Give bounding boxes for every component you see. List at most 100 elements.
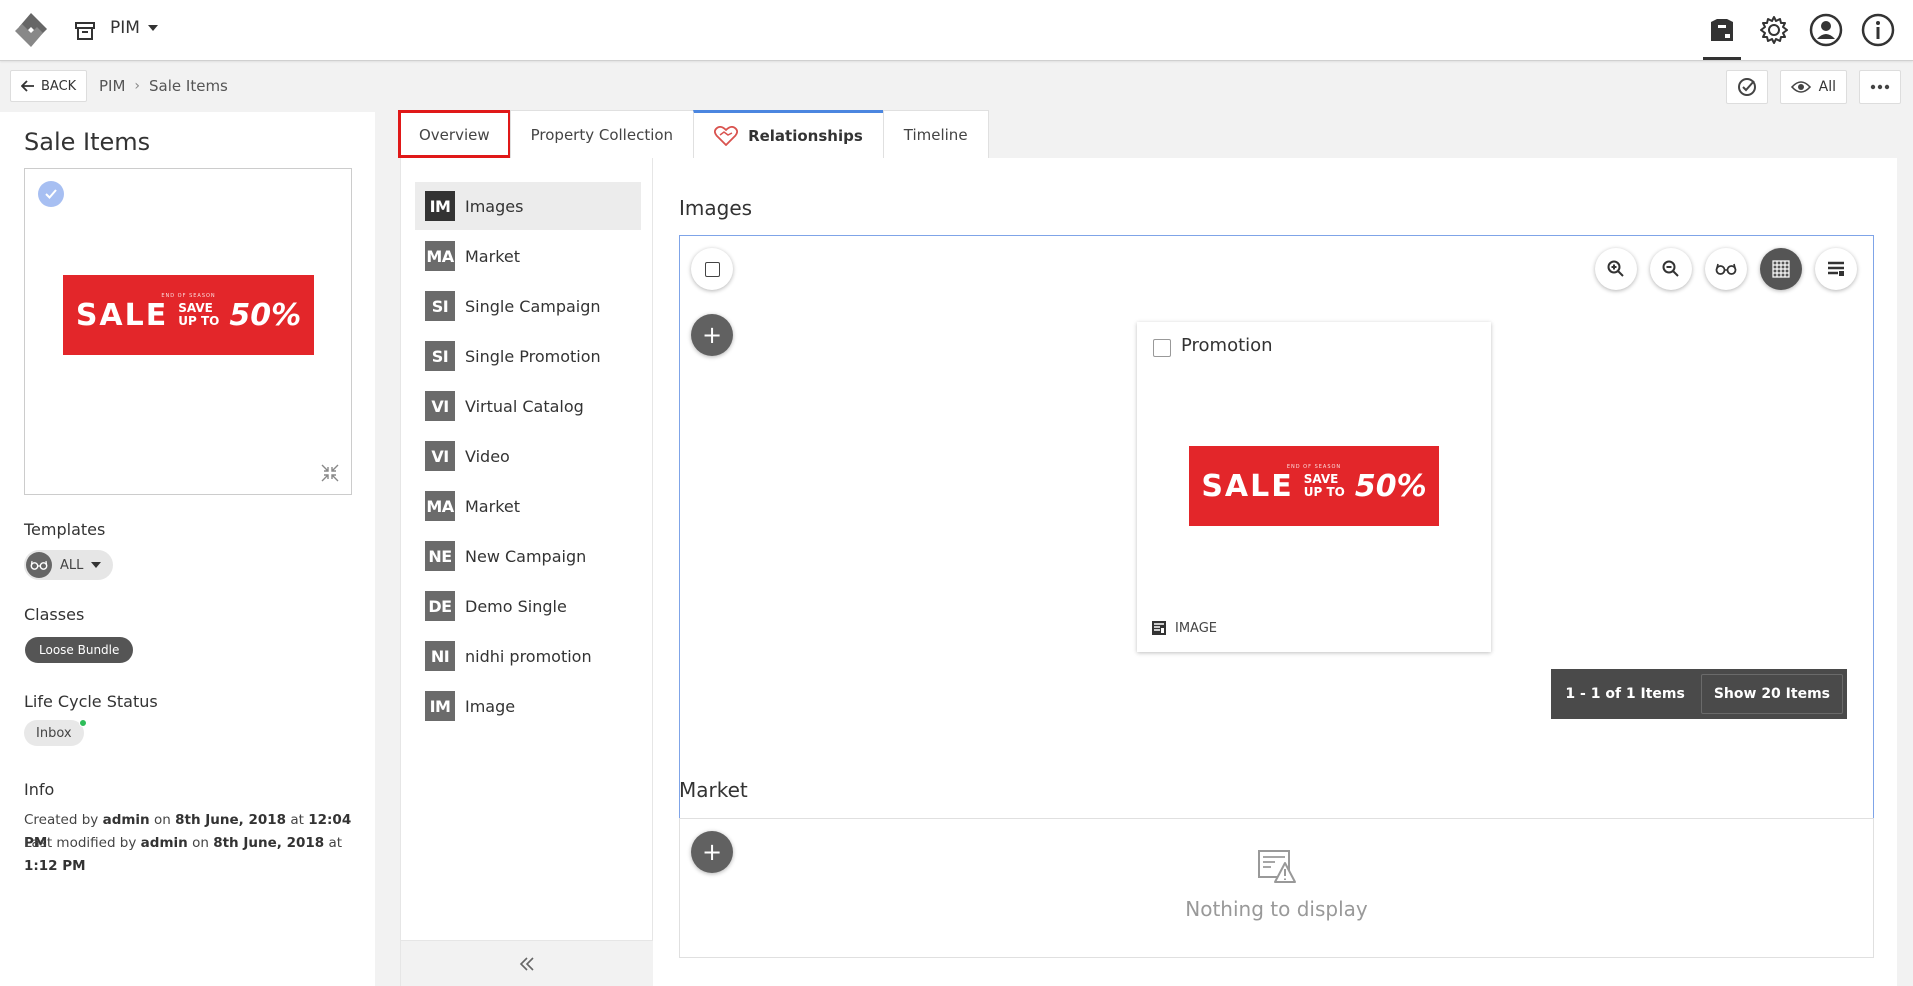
dashboard-icon xyxy=(1711,19,1733,41)
tab-relationships[interactable]: Relationships xyxy=(693,110,884,158)
lifecycle-status-value: Inbox xyxy=(36,725,72,741)
collapse-list-button[interactable] xyxy=(401,940,653,986)
banner-small-text: END OF SEASON xyxy=(1286,464,1342,470)
card-type-text: IMAGE xyxy=(1175,620,1218,636)
relationship-list: IM Images MA Market SI Single Campaign S… xyxy=(401,158,653,986)
info-icon xyxy=(1861,13,1895,47)
add-image-button[interactable]: + xyxy=(691,314,733,356)
relationship-label: Single Campaign xyxy=(465,296,601,316)
relationship-item-market[interactable]: MA Market xyxy=(415,232,641,280)
checkbox-icon xyxy=(704,261,720,277)
relationship-abbr-badge: DE xyxy=(425,591,455,621)
market-section-title: Market xyxy=(679,778,748,802)
tab-timeline[interactable]: Timeline xyxy=(882,110,989,158)
app-switcher-dropdown[interactable]: PIM xyxy=(110,18,158,38)
images-section: + Promotion END OF SEASON SALE SAVE UP T… xyxy=(679,235,1874,898)
view-filter-button[interactable]: All xyxy=(1779,70,1847,104)
modified-info: Last modified by admin on 8th June, 2018… xyxy=(24,832,354,878)
view-filter-label: All xyxy=(1818,79,1836,95)
select-all-button[interactable] xyxy=(691,248,733,290)
relationship-abbr-badge: VI xyxy=(425,441,455,471)
app-name: PIM xyxy=(110,18,140,38)
entity-title: Sale Items xyxy=(24,128,151,156)
relationship-label: New Campaign xyxy=(465,546,587,566)
entity-details-panel: Sale Items END OF SEASON SALE SAVE UP TO… xyxy=(0,112,375,986)
class-chip[interactable]: Loose Bundle xyxy=(25,637,134,663)
relationship-item-single-promotion[interactable]: SI Single Promotion xyxy=(415,332,641,380)
more-options-button[interactable] xyxy=(1859,70,1901,104)
relationship-item-image[interactable]: IM Image xyxy=(415,682,641,730)
breadcrumb: PIM › Sale Items xyxy=(99,77,228,95)
chevron-down-icon xyxy=(147,25,158,31)
zoom-out-button[interactable] xyxy=(1650,248,1692,290)
relationship-label: Video xyxy=(465,446,510,466)
user-profile-button[interactable] xyxy=(1807,10,1845,50)
banner-sale-text: SALE xyxy=(1201,468,1294,504)
empty-state-text: Nothing to display xyxy=(1185,897,1368,921)
list-view-button[interactable] xyxy=(1815,248,1857,290)
relationship-item-video[interactable]: VI Video xyxy=(415,432,641,480)
app-logo-icon[interactable] xyxy=(10,10,52,50)
tab-timeline-label: Timeline xyxy=(903,125,968,144)
back-button[interactable]: BACK xyxy=(10,70,88,102)
relationship-item-nidhi-promotion[interactable]: NI nidhi promotion xyxy=(415,632,641,680)
zoom-out-icon xyxy=(1662,260,1679,277)
relationship-label: nidhi promotion xyxy=(465,646,592,666)
entity-thumbnail[interactable]: END OF SEASON SALE SAVE UP TO 50% xyxy=(24,168,352,495)
lifecycle-status-chip[interactable]: Inbox xyxy=(24,719,87,746)
sale-banner-image: END OF SEASON SALE SAVE UP TO 50% xyxy=(63,275,314,355)
arrow-left-icon xyxy=(21,80,34,92)
modified-prefix: Last modified by xyxy=(24,835,137,851)
zoom-in-icon xyxy=(1607,260,1624,277)
relationship-label: Market xyxy=(465,496,520,516)
task-check-button[interactable] xyxy=(1725,70,1768,104)
archive-icon[interactable] xyxy=(74,20,96,42)
empty-state: Nothing to display xyxy=(680,849,1873,921)
more-horizontal-icon xyxy=(1870,84,1890,90)
relationship-item-images[interactable]: IM Images xyxy=(415,182,641,230)
modified-time: 1:12 PM xyxy=(24,858,86,874)
no-data-icon xyxy=(1257,850,1296,883)
status-dot-icon xyxy=(78,719,87,727)
info-button[interactable] xyxy=(1859,10,1897,50)
preview-button[interactable] xyxy=(1705,248,1747,290)
relationship-abbr-badge: SI xyxy=(425,341,455,371)
dashboard-button[interactable] xyxy=(1703,10,1741,60)
tab-property-collection[interactable]: Property Collection xyxy=(509,110,695,158)
classes-label: Classes xyxy=(24,605,85,624)
relationship-abbr-badge: IM xyxy=(425,191,455,221)
modified-at-word: at xyxy=(328,835,343,851)
image-type-icon xyxy=(1152,621,1166,635)
plus-icon: + xyxy=(701,321,723,349)
zoom-in-button[interactable] xyxy=(1595,248,1637,290)
breadcrumb-item-pim[interactable]: PIM xyxy=(99,77,125,95)
tab-relationships-label: Relationships xyxy=(748,126,863,145)
user-icon xyxy=(1809,13,1843,47)
templates-dropdown[interactable]: ALL xyxy=(24,550,114,580)
relationship-item-virtual-catalog[interactable]: VI Virtual Catalog xyxy=(415,382,641,430)
tab-overview[interactable]: Overview xyxy=(398,110,511,158)
tab-property-collection-label: Property Collection xyxy=(530,125,674,144)
card-checkbox[interactable] xyxy=(1153,339,1171,357)
grid-view-button[interactable] xyxy=(1760,248,1802,290)
relationship-label: Images xyxy=(465,196,524,216)
select-check-icon[interactable] xyxy=(38,181,64,207)
settings-button[interactable] xyxy=(1755,10,1793,50)
collapse-icon[interactable] xyxy=(321,464,339,482)
created-date: 8th June, 2018 xyxy=(175,812,287,828)
card-type-label: IMAGE xyxy=(1151,620,1217,636)
images-section-title: Images xyxy=(679,196,753,220)
relationship-item-demo-single[interactable]: DE Demo Single xyxy=(415,582,641,630)
tab-bar: Overview Property Collection Relationshi… xyxy=(398,110,989,158)
relationship-item-single-campaign[interactable]: SI Single Campaign xyxy=(415,282,641,330)
glasses-icon xyxy=(26,552,52,578)
image-card[interactable]: Promotion END OF SEASON SALE SAVE UP TO … xyxy=(1137,322,1491,652)
check-circle-icon xyxy=(1737,78,1756,96)
relationship-item-new-campaign[interactable]: NE New Campaign xyxy=(415,532,641,580)
relationship-item-market-2[interactable]: MA Market xyxy=(415,482,641,530)
modified-by: admin xyxy=(140,835,188,851)
page-size-button[interactable]: Show 20 Items xyxy=(1700,674,1843,714)
modified-on-word: on xyxy=(192,835,209,851)
banner-save-text: SAVE UP TO xyxy=(1304,473,1345,498)
pagination-bar: 1 - 1 of 1 Items Show 20 Items xyxy=(1551,669,1847,719)
